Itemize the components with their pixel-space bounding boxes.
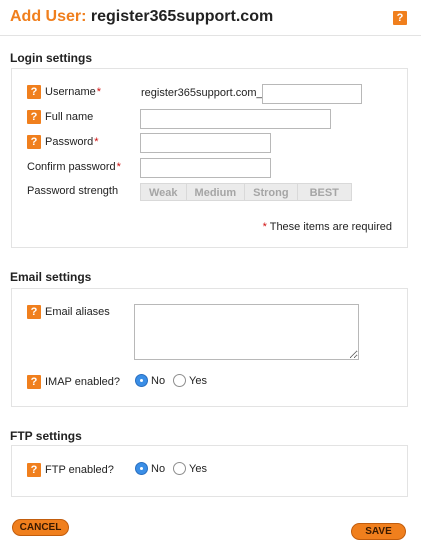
ftp-yes-radio[interactable]: Yes: [173, 462, 207, 475]
ftp-no-label: No: [151, 462, 166, 475]
email-aliases-row-label: ? Email aliases: [27, 305, 110, 319]
required-note-text: These items are required: [269, 221, 392, 233]
ftp-label: FTP enabled?: [45, 464, 114, 476]
login-settings-panel: ? Username * register365support.com_ ? Fu…: [11, 68, 408, 248]
ftp-settings-title: FTP settings: [10, 429, 82, 443]
strength-best: BEST: [297, 183, 352, 201]
email-settings-title: Email settings: [10, 270, 92, 284]
confirm-password-label: Confirm password: [27, 161, 116, 173]
required-note: * These items are required: [262, 221, 392, 233]
help-icon[interactable]: ?: [27, 110, 41, 124]
password-strength-meter: Weak Medium Strong BEST: [140, 183, 352, 201]
username-input[interactable]: [262, 84, 362, 104]
radio-selected-icon: [135, 462, 148, 475]
page-title-host: register365support.com: [90, 8, 274, 25]
username-row-label: ? Username *: [27, 85, 101, 99]
fullname-label: Full name: [45, 111, 94, 123]
password-strength-label: Password strength: [27, 185, 118, 197]
password-row-label: ? Password *: [27, 135, 99, 149]
required-marker: *: [96, 86, 102, 98]
radio-unselected-icon: [173, 462, 186, 475]
page-header: Add User: register365support.com ?: [0, 0, 421, 36]
strength-strong: Strong: [245, 183, 298, 201]
help-icon[interactable]: ?: [27, 305, 41, 319]
imap-yes-radio[interactable]: Yes: [173, 374, 207, 387]
radio-unselected-icon: [173, 374, 186, 387]
imap-label: IMAP enabled?: [45, 376, 121, 388]
help-icon[interactable]: ?: [27, 463, 41, 477]
required-marker: *: [116, 161, 121, 173]
fullname-input[interactable]: [140, 109, 331, 129]
ftp-row-label: ? FTP enabled?: [27, 463, 114, 477]
fullname-row-label: ? Full name: [27, 110, 93, 124]
strength-medium: Medium: [186, 183, 246, 201]
password-strength-text: Password strength: [27, 185, 119, 197]
ftp-settings-panel: ? FTP enabled? No Yes: [11, 445, 408, 497]
confirm-password-input[interactable]: [140, 158, 271, 178]
confirm-password-row-label: Confirm password *: [27, 161, 121, 173]
imap-no-radio[interactable]: No: [135, 374, 165, 387]
strength-weak: Weak: [140, 183, 187, 201]
ftp-no-radio[interactable]: No: [135, 462, 165, 475]
radio-selected-icon: [135, 374, 148, 387]
page-title-prefix: Add User:: [10, 8, 87, 25]
username-label: Username: [45, 86, 96, 98]
help-icon[interactable]: ?: [27, 375, 41, 389]
email-aliases-label: Email aliases: [45, 306, 110, 318]
page-title: Add User: register365support.com: [10, 8, 273, 26]
password-label: Password: [45, 136, 94, 148]
help-icon[interactable]: ?: [27, 135, 41, 149]
help-icon[interactable]: ?: [27, 85, 41, 99]
help-icon[interactable]: ?: [393, 11, 407, 25]
username-prefix: register365support.com_: [141, 87, 263, 99]
imap-row-label: ? IMAP enabled?: [27, 375, 120, 389]
password-input[interactable]: [140, 133, 271, 153]
cancel-button[interactable]: CANCEL: [12, 519, 69, 536]
email-aliases-textarea[interactable]: [134, 304, 359, 360]
login-settings-title: Login settings: [10, 51, 92, 65]
email-settings-panel: ? Email aliases ? IMAP enabled? No Yes: [11, 288, 408, 407]
required-marker: *: [94, 136, 99, 148]
save-button[interactable]: SAVE: [351, 523, 406, 540]
imap-no-label: No: [151, 374, 166, 387]
ftp-yes-label: Yes: [189, 462, 207, 475]
required-marker: *: [262, 221, 267, 233]
imap-yes-label: Yes: [189, 374, 207, 387]
